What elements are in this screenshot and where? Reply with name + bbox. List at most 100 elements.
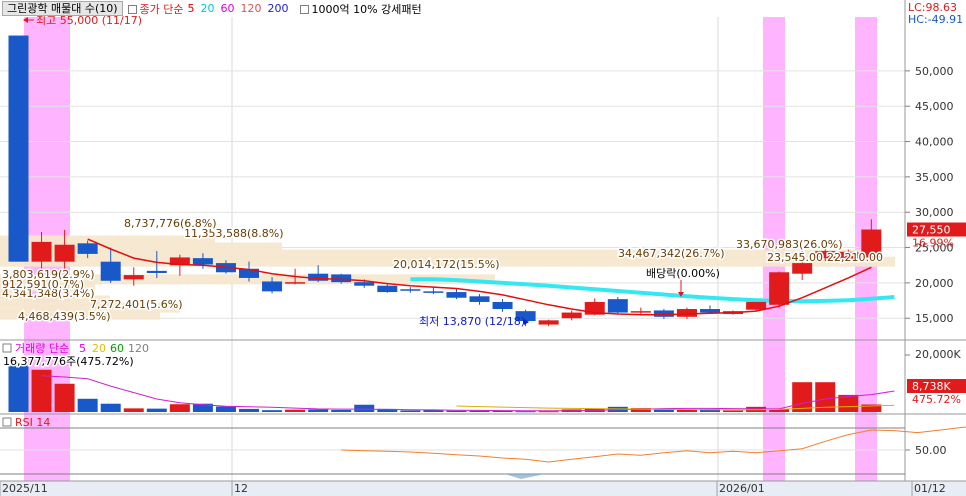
price-tick-label: 20,000 [915, 277, 954, 290]
volume-bar [100, 403, 121, 412]
volume-bar [792, 382, 813, 412]
volume-bar [169, 404, 190, 412]
candle [561, 312, 582, 319]
price-tick-label: 50,000 [915, 65, 954, 78]
volume-bar [354, 404, 375, 412]
ma-checkbox[interactable] [127, 5, 137, 14]
volume-bar [308, 409, 329, 412]
volume-tick-label: 20,000K [915, 348, 961, 361]
price-tick-label: 15,000 [915, 312, 954, 325]
candle [100, 261, 121, 281]
ma-period-60[interactable]: 60 [221, 2, 235, 15]
candle [54, 244, 75, 262]
candle [769, 272, 790, 305]
candle [146, 270, 167, 273]
volume-change-label: 475.72% [912, 393, 961, 406]
volume-ma-period: 120 [128, 342, 149, 355]
volume-bar [262, 410, 283, 412]
candle [285, 282, 306, 284]
volume-bar [446, 410, 467, 412]
x-axis-label: 2026/01 [719, 482, 765, 495]
candle [746, 301, 767, 310]
indicator-title[interactable]: 그린광학 매물대 수(10) [2, 1, 123, 16]
volume-bar [723, 410, 744, 412]
price-tick-label: 30,000 [915, 206, 954, 219]
candle [676, 309, 697, 317]
candle [653, 310, 674, 317]
x-axis-label: 2025/11 [2, 482, 48, 495]
volume-bar [676, 409, 697, 412]
dividend-annotation: 배당락(0.00%) [646, 267, 720, 280]
volume-ma-period: 60 [110, 342, 124, 355]
volume-label: 거래량 단순 [15, 342, 69, 355]
current-change-label: 16.99% [912, 237, 954, 250]
candle [31, 241, 52, 262]
volume-bar [54, 383, 75, 412]
volume-readout: 16,377,776주(475.72%) [3, 355, 134, 368]
rsi-checkbox[interactable] [2, 417, 12, 427]
candle [538, 320, 559, 325]
ma-period-120[interactable]: 120 [241, 2, 262, 15]
volume-bar [8, 365, 29, 412]
volume-bar [538, 411, 559, 413]
candle [423, 291, 444, 293]
candle [8, 35, 29, 262]
volume-bar [400, 410, 421, 412]
volume-bar [123, 408, 144, 412]
candle [792, 263, 813, 274]
candle [630, 311, 651, 313]
candle [492, 301, 513, 310]
volume-current-label: 8,738K [912, 380, 951, 393]
price-tick-label: 35,000 [915, 171, 954, 184]
stock-chart[interactable]: 4,468,439(3.5%)7,272,401(5.6%)4,341,348(… [0, 0, 966, 496]
volume-profile-label: 4,468,439(3.5%) [18, 310, 111, 323]
volume-bar [515, 411, 536, 413]
volume-profile-label: 20,014,172(15.5%) [393, 258, 500, 271]
price-tick-label: 45,000 [915, 100, 954, 113]
candle [607, 299, 628, 313]
ma-period-5[interactable]: 5 [188, 2, 195, 15]
ma-period-200[interactable]: 200 [268, 2, 289, 15]
ma-periods: 5 20 60 120 200 [188, 2, 295, 15]
candle [77, 243, 98, 254]
volume-profile-label: 33,670,983(26.0%) [736, 238, 843, 251]
candle [331, 274, 352, 283]
candle [192, 258, 213, 265]
level-label: 22,210.00 [827, 251, 883, 264]
volume-profile-label: 8,737,776(6.8%) [124, 217, 217, 230]
vp-checkbox[interactable] [299, 5, 309, 14]
current-price-label: 27,550 [912, 224, 951, 237]
volume-ma-period: 20 [92, 342, 106, 355]
candle [123, 275, 144, 280]
candle [377, 285, 398, 293]
volume-ma-period: 5 [79, 342, 86, 355]
candle [262, 281, 283, 292]
chart-toolbar: 그린광학 매물대 수(10) 종가 단순 5 20 60 120 200 1000억 1… [0, 0, 422, 17]
low-annotation: 최저 13,870 (12/18) [419, 315, 525, 328]
volume-profile-label: 7,272,401(5.6%) [90, 298, 183, 311]
volume-bar [77, 398, 98, 412]
hc-readout: HC:-49.91 [908, 13, 963, 26]
volume-checkbox[interactable] [2, 343, 12, 353]
rsi-label: RSI 14 [15, 416, 50, 429]
volume-bar [285, 409, 306, 412]
volume-profile-label: 1000억 10% 강세패턴 [299, 1, 422, 17]
volume-profile-label: 3,803,619(2.9%) [2, 268, 95, 281]
volume-profile-label: 34,467,342(26.7%) [618, 247, 725, 260]
volume-bar [215, 406, 236, 412]
ma-label: 종가 단순 [127, 1, 184, 17]
volume-bar [146, 408, 167, 412]
volume-bar [239, 408, 259, 412]
x-axis-label: 01/12 [914, 482, 946, 495]
rsi-tick-label: 50.00 [915, 444, 947, 457]
candle [446, 292, 467, 298]
level-label: 23,545.00 [767, 251, 823, 264]
candle [400, 289, 421, 291]
candle [354, 282, 375, 286]
x-axis-bar [0, 481, 966, 496]
ma-period-20[interactable]: 20 [201, 2, 215, 15]
candle [469, 296, 490, 302]
x-axis-label: 12 [234, 482, 248, 495]
price-tick-label: 40,000 [915, 136, 954, 149]
volume-bar [331, 409, 352, 412]
